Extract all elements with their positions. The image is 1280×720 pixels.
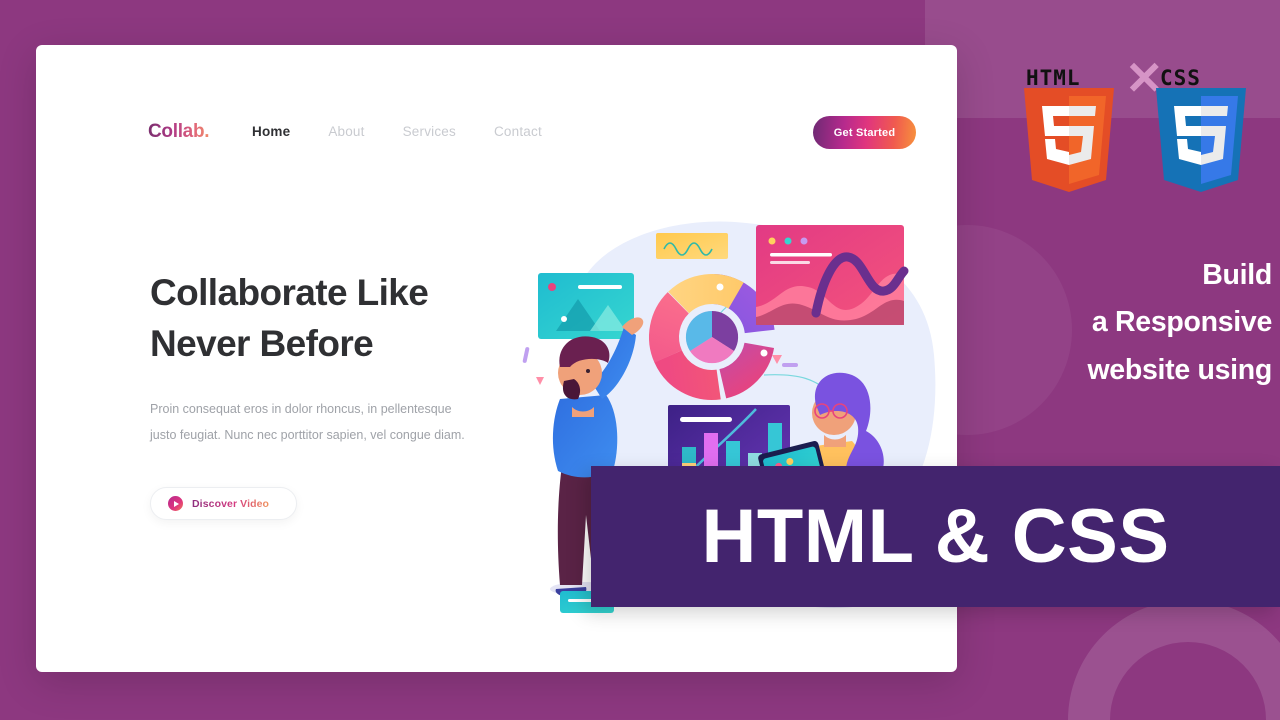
squiggle-panel bbox=[656, 233, 728, 259]
hero-title: Collaborate Like Never Before bbox=[150, 267, 429, 369]
promo-banner: HTML & CSS bbox=[591, 466, 1280, 607]
hero-title-line2: Never Before bbox=[150, 323, 374, 365]
promo-line-3: website using bbox=[1087, 353, 1272, 386]
promo-line-2: a Responsive bbox=[1091, 306, 1272, 339]
nav-link-home[interactable]: Home bbox=[252, 124, 290, 139]
promo-heading: Build a Responsive website using bbox=[960, 252, 1272, 394]
navbar: Collab. Home About Services Contact Get … bbox=[36, 45, 957, 149]
nav-link-services[interactable]: Services bbox=[403, 124, 456, 139]
nav-link-about[interactable]: About bbox=[328, 124, 364, 139]
nav-links: Home About Services Contact bbox=[252, 124, 542, 139]
css3-shield-icon bbox=[1156, 88, 1246, 192]
html5-shield-icon bbox=[1024, 88, 1114, 192]
play-icon bbox=[168, 496, 183, 511]
get-started-button[interactable]: Get Started bbox=[813, 116, 916, 149]
hero-title-line1: Collaborate Like bbox=[150, 272, 429, 313]
teal-panel bbox=[538, 273, 634, 339]
promo-banner-text: HTML & CSS bbox=[701, 494, 1170, 579]
hero-description: Proin consequat eros in dolor rhoncus, i… bbox=[150, 402, 465, 442]
tech-logos: HTML ✕ CSS bbox=[1012, 30, 1262, 210]
background-ring bbox=[1068, 600, 1280, 720]
discover-video-button[interactable]: Discover Video bbox=[150, 487, 297, 520]
brand-logo[interactable]: Collab. bbox=[148, 121, 210, 143]
discover-video-label: Discover Video bbox=[192, 497, 270, 510]
pink-area-panel bbox=[756, 225, 909, 325]
nav-link-contact[interactable]: Contact bbox=[494, 124, 542, 139]
promo-line-1: Build bbox=[1202, 259, 1272, 291]
